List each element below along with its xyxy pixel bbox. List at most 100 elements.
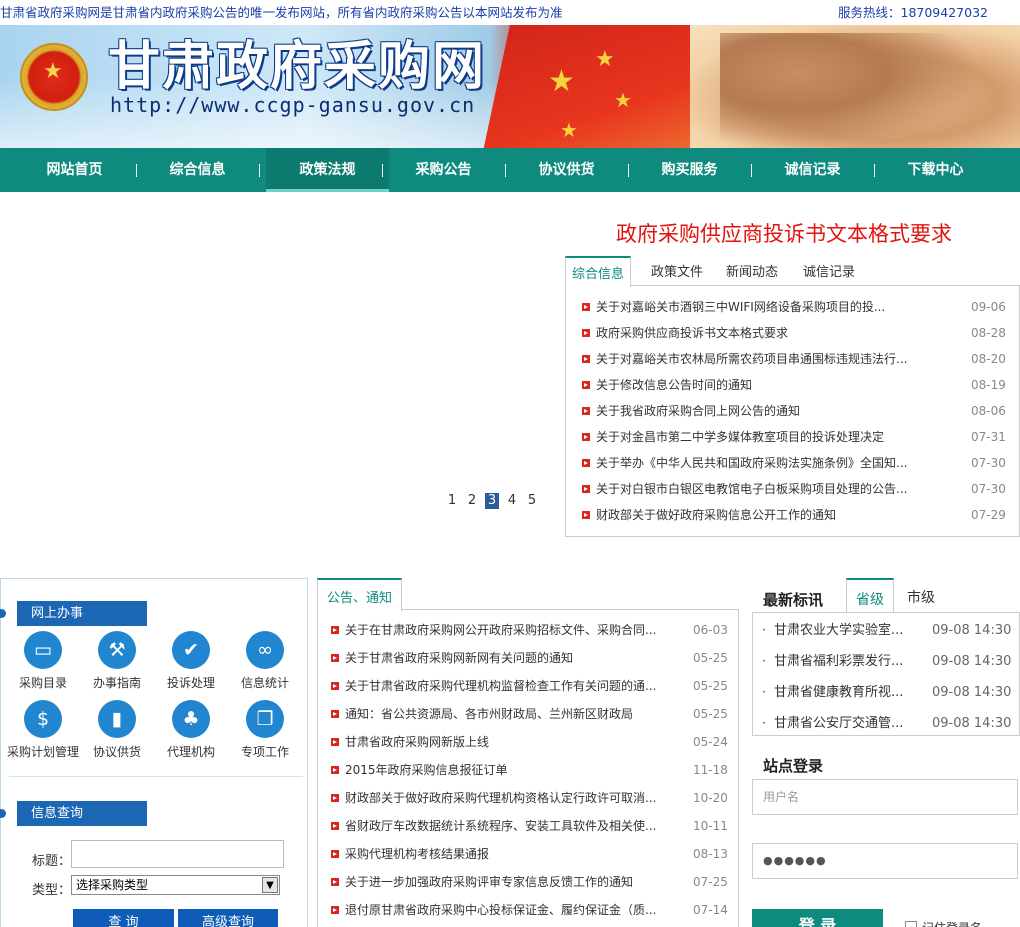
nav-item-home[interactable]: 网站首页 bbox=[13, 148, 136, 192]
list-item-title[interactable]: 关于我省政府采购合同上网公告的通知 bbox=[596, 398, 800, 424]
service-card[interactable]: ▭ 采购目录 bbox=[5, 631, 81, 691]
panel-divider bbox=[9, 776, 303, 777]
pager-page[interactable]: 1 bbox=[445, 493, 459, 509]
list-item-title[interactable]: 采购代理机构考核结果通报 bbox=[345, 841, 489, 867]
list-item[interactable]: 政府采购供应商投诉书文本格式要求 08-28 bbox=[566, 320, 1019, 346]
list-item-title[interactable]: 关于在甘肃政府采购网公开政府采购招标文件、采购合同... bbox=[345, 617, 656, 643]
list-item[interactable]: · 甘肃省公安厅交通管... 09-08 14:30 bbox=[753, 708, 1019, 739]
password-field[interactable]: ●●●●●● bbox=[752, 843, 1018, 879]
list-item[interactable]: · 甘肃省健康教育所视... 09-08 14:30 bbox=[753, 677, 1019, 708]
tab-municipal[interactable]: 市级 bbox=[907, 578, 935, 613]
list-item-date: 05-25 bbox=[693, 679, 728, 693]
login-button[interactable]: 登 录 bbox=[752, 909, 883, 927]
remember-label: 记住登录名 bbox=[922, 919, 982, 927]
list-item-title[interactable]: 政府采购供应商投诉书文本格式要求 bbox=[596, 320, 788, 346]
list-item[interactable]: · 甘肃农业大学实验室... 09-08 14:30 bbox=[753, 615, 1019, 646]
service-wrench[interactable]: ⚒ 办事指南 bbox=[79, 631, 155, 691]
list-item-title[interactable]: 关于进一步加强政府采购评审专家信息反馈工作的通知 bbox=[345, 869, 633, 895]
list-item[interactable]: · 甘肃省福利彩票发行... 09-08 14:30 bbox=[753, 646, 1019, 677]
list-item[interactable]: 省财政厅车改数据统计系统程序、安装工具软件及相关使... 10-11 bbox=[318, 813, 738, 839]
list-item-date: 07-14 bbox=[693, 903, 728, 917]
pager-page[interactable]: 5 bbox=[525, 493, 539, 509]
tab-provincial[interactable]: 省级 bbox=[846, 578, 894, 613]
list-item[interactable]: 通知：省公共资源局、各市州财政局、兰州新区财政局 05-25 bbox=[318, 701, 738, 727]
list-item-title[interactable]: 省财政厅车改数据统计系统程序、安装工具软件及相关使... bbox=[345, 813, 656, 839]
pager-page[interactable]: 4 bbox=[505, 493, 519, 509]
tab-news[interactable]: 新闻动态 bbox=[726, 256, 778, 286]
list-item[interactable]: 关于进一步加强政府采购评审专家信息反馈工作的通知 07-25 bbox=[318, 869, 738, 895]
service-money[interactable]: $ 采购计划管理 bbox=[5, 700, 81, 760]
username-field[interactable]: 用户名 bbox=[752, 779, 1018, 815]
list-item-date: 05-25 bbox=[693, 707, 728, 721]
list-item-title[interactable]: 甘肃省政府采购网新版上线 bbox=[345, 729, 489, 755]
list-item-title[interactable]: 关于对白银市白银区电教馆电子白板采购项目处理的公告... bbox=[596, 476, 907, 502]
list-item[interactable]: 关于对金昌市第二中学多媒体教室项目的投诉处理决定 07-31 bbox=[566, 424, 1019, 450]
list-item[interactable]: 关于对嘉峪关市酒钢三中WIFI网络设备采购项目的投... 09-06 bbox=[566, 294, 1019, 320]
list-item[interactable]: 财政部关于做好政府采购代理机构资格认定行政许可取消... 10-20 bbox=[318, 785, 738, 811]
list-item-title[interactable]: 关于对嘉峪关市农林局所需农药项目串通围标违规违法行... bbox=[596, 346, 907, 372]
list-item-title[interactable]: 甘肃省公安厅交通管... bbox=[774, 708, 903, 739]
list-item[interactable]: 退付原甘肃省政府采购中心投标保证金、履约保证金（质... 07-14 bbox=[318, 897, 738, 923]
list-item-title[interactable]: 甘肃省福利彩票发行... bbox=[774, 646, 903, 677]
list-item-title[interactable]: 关于修改信息公告时间的通知 bbox=[596, 372, 752, 398]
site-notice: 甘肃省政府采购网是甘肃省内政府采购公告的唯一发布网站，所有省内政府采购公告以本网… bbox=[0, 5, 563, 20]
pager-page-current[interactable]: 3 bbox=[485, 493, 499, 509]
pager-page[interactable]: 2 bbox=[465, 493, 479, 509]
advanced-search-button[interactable]: 高级查询 bbox=[178, 909, 278, 927]
list-item[interactable]: 关于在甘肃政府采购网公开政府采购招标文件、采购合同... 06-03 bbox=[318, 617, 738, 643]
service-tree[interactable]: ♣ 代理机构 bbox=[153, 700, 229, 760]
list-item[interactable]: 采购代理机构考核结果通报 08-13 bbox=[318, 841, 738, 867]
service-copy[interactable]: ❐ 专项工作 bbox=[227, 700, 303, 760]
nav-item-agreement[interactable]: 协议供货 bbox=[505, 148, 628, 192]
list-item[interactable]: 财政部关于做好政府采购信息公开工作的通知 07-29 bbox=[566, 502, 1019, 528]
login-title: 站点登录 bbox=[763, 757, 824, 775]
type-select[interactable]: 选择采购类型 ▼ bbox=[71, 875, 280, 895]
nav-item-credit[interactable]: 诚信记录 bbox=[751, 148, 874, 192]
list-item[interactable]: 关于对嘉峪关市农林局所需农药项目串通围标违规违法行... 08-20 bbox=[566, 346, 1019, 372]
list-item-title[interactable]: 财政部关于做好政府采购代理机构资格认定行政许可取消... bbox=[345, 785, 656, 811]
list-item[interactable]: 关于修改信息公告时间的通知 08-19 bbox=[566, 372, 1019, 398]
site-logo-title[interactable]: 甘肃政府采购网 bbox=[108, 37, 486, 97]
nav-item-announcement[interactable]: 采购公告 bbox=[382, 148, 505, 192]
service-chart[interactable]: ▮ 协议供货 bbox=[79, 700, 155, 760]
list-item-date: 08-20 bbox=[971, 352, 1006, 366]
nav-item-purchase-service[interactable]: 购买服务 bbox=[628, 148, 751, 192]
feature-headline[interactable]: 政府采购供应商投诉书文本格式要求 bbox=[616, 218, 952, 248]
list-item[interactable]: 关于甘肃省政府采购网新网有关问题的通知 05-25 bbox=[318, 645, 738, 671]
service-check[interactable]: ✔ 投诉处理 bbox=[153, 631, 229, 691]
nav-item-general[interactable]: 综合信息 bbox=[136, 148, 259, 192]
list-item-title[interactable]: 关于甘肃省政府采购代理机构监督检查工作有关问题的通... bbox=[345, 673, 656, 699]
bullet-arrow-icon bbox=[331, 682, 339, 690]
service-link[interactable]: ∞ 信息统计 bbox=[227, 631, 303, 691]
list-item-title[interactable]: 甘肃农业大学实验室... bbox=[774, 615, 903, 646]
nav-item-policy[interactable]: 政策法规 bbox=[266, 148, 389, 192]
title-input[interactable] bbox=[71, 840, 284, 868]
tab-policy-docs[interactable]: 政策文件 bbox=[651, 256, 703, 286]
flag-star-icon: ★ bbox=[595, 47, 615, 72]
list-item-date: 05-25 bbox=[693, 651, 728, 665]
tab-notices[interactable]: 公告、通知 bbox=[317, 578, 403, 611]
search-button[interactable]: 查 询 bbox=[73, 909, 174, 927]
list-item[interactable]: 甘肃省政府采购网新版上线 05-24 bbox=[318, 729, 738, 755]
tab-general-info[interactable]: 综合信息 bbox=[565, 256, 632, 287]
list-item[interactable]: 关于我省政府采购合同上网公告的通知 08-06 bbox=[566, 398, 1019, 424]
remember-checkbox[interactable] bbox=[905, 921, 917, 927]
list-item-title[interactable]: 退付原甘肃省政府采购中心投标保证金、履约保证金（质... bbox=[345, 897, 656, 923]
list-item-time: 09-08 14:30 bbox=[932, 654, 1012, 669]
list-item-title[interactable]: 财政部关于做好政府采购信息公开工作的通知 bbox=[596, 502, 836, 528]
list-item-title[interactable]: 关于甘肃省政府采购网新网有关问题的通知 bbox=[345, 645, 573, 671]
tab-credit[interactable]: 诚信记录 bbox=[803, 256, 855, 286]
list-item[interactable]: 关于甘肃省政府采购代理机构监督检查工作有关问题的通... 05-25 bbox=[318, 673, 738, 699]
nav-item-download[interactable]: 下载中心 bbox=[874, 148, 997, 192]
list-item[interactable]: 关于对白银市白银区电教馆电子白板采购项目处理的公告... 07-30 bbox=[566, 476, 1019, 502]
list-item-title[interactable]: 2015年政府采购信息报征订单 bbox=[345, 757, 508, 783]
list-item[interactable]: 关于举办《中华人民共和国政府采购法实施条例》全国知... 07-30 bbox=[566, 450, 1019, 476]
list-item[interactable]: 2015年政府采购信息报征订单 11-18 bbox=[318, 757, 738, 783]
list-item-title[interactable]: 关于对嘉峪关市酒钢三中WIFI网络设备采购项目的投... bbox=[596, 294, 885, 320]
list-item-title[interactable]: 甘肃省健康教育所视... bbox=[774, 677, 903, 708]
list-item-title[interactable]: 通知：省公共资源局、各市州财政局、兰州新区财政局 bbox=[345, 701, 633, 727]
feature-slideshow[interactable] bbox=[0, 195, 560, 535]
chevron-down-icon[interactable]: ▼ bbox=[262, 877, 278, 893]
list-item-title[interactable]: 关于举办《中华人民共和国政府采购法实施条例》全国知... bbox=[596, 450, 907, 476]
list-item-title[interactable]: 关于对金昌市第二中学多媒体教室项目的投诉处理决定 bbox=[596, 424, 884, 450]
